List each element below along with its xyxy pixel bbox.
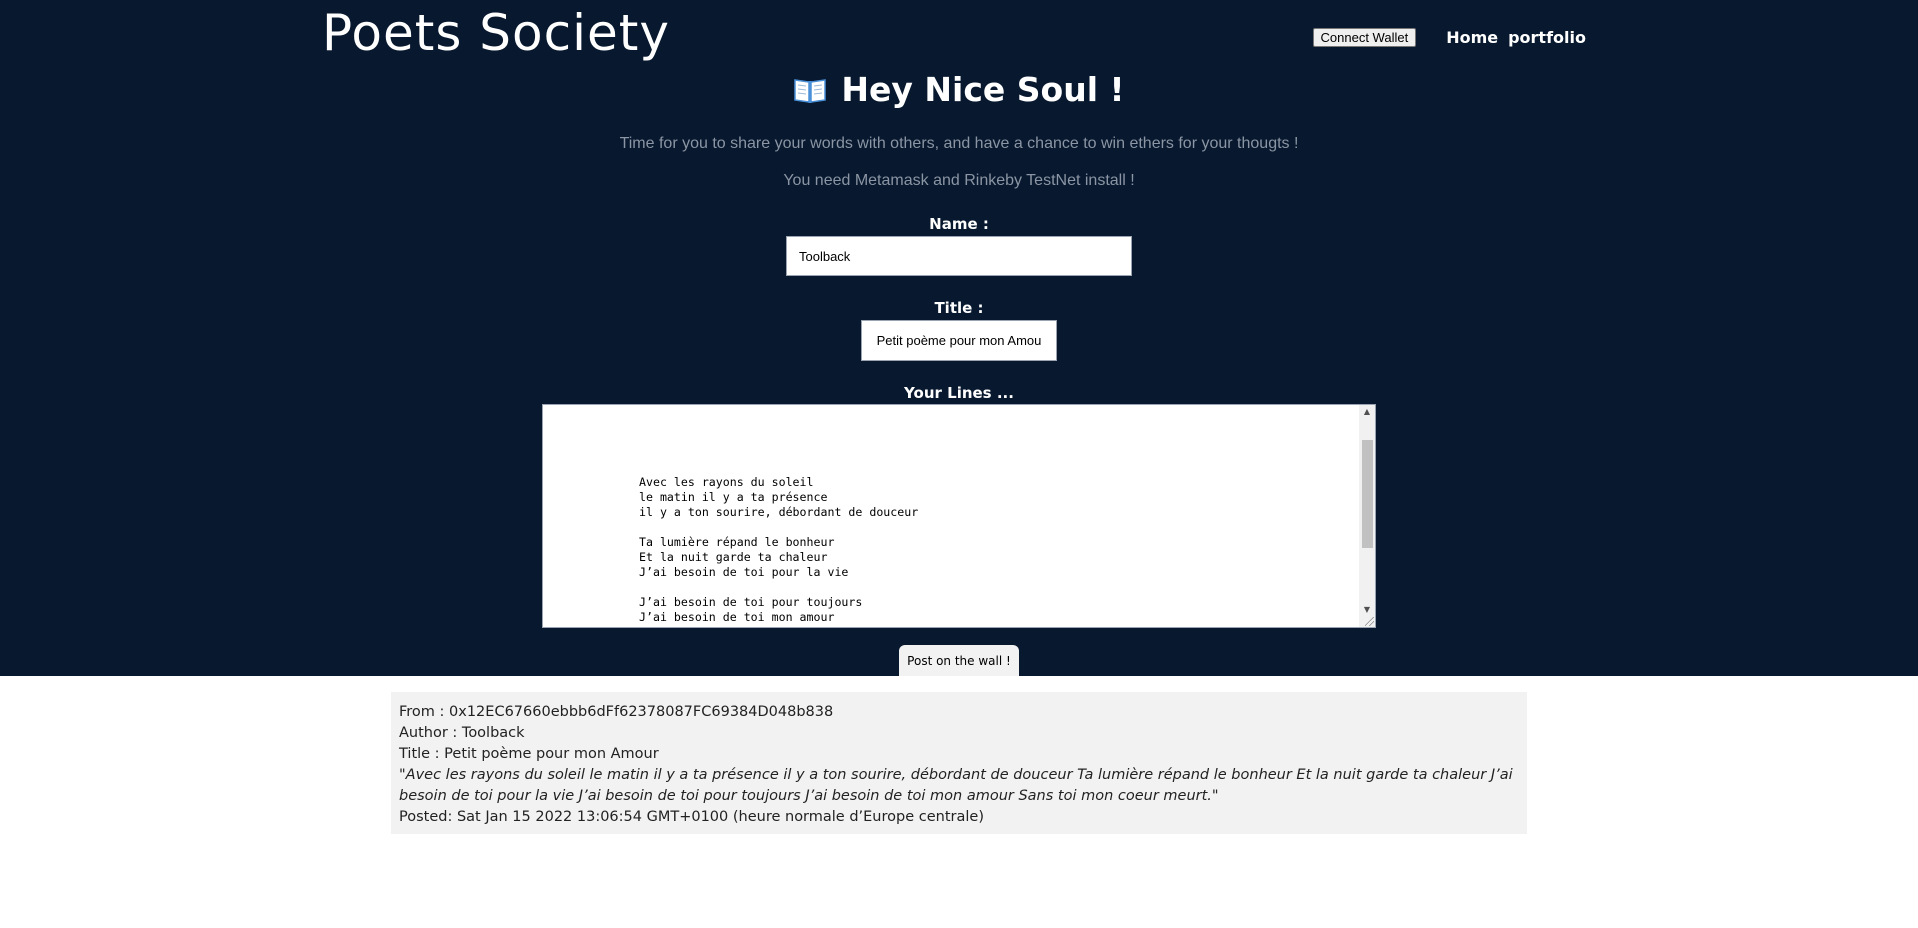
heading-text: Hey Nice Soul ! — [841, 70, 1125, 109]
post-text: "Avec les rayons du soleil le matin il y… — [399, 767, 1513, 804]
lines-textarea-content: Avec les rayons du soleil le matin il y … — [639, 475, 919, 627]
name-label: Name : — [929, 215, 989, 233]
name-input[interactable] — [786, 236, 1132, 276]
connect-wallet-button[interactable]: Connect Wallet — [1312, 28, 1417, 47]
title-label: Title : — [934, 299, 984, 317]
lines-label: Your Lines ... — [904, 384, 1014, 402]
post-title: Title : Petit poème pour mon Amour — [399, 746, 659, 762]
textarea-scrollbar[interactable]: ▲ ▼ — [1359, 405, 1375, 627]
title-input[interactable] — [861, 320, 1057, 361]
lines-textarea[interactable]: Avec les rayons du soleil le matin il y … — [542, 404, 1376, 628]
post-on-wall-button[interactable]: Post on the wall ! — [899, 645, 1019, 676]
scroll-up-arrow-icon[interactable]: ▲ — [1359, 405, 1375, 419]
open-book-icon — [793, 73, 827, 112]
page-heading: Hey Nice Soul ! — [0, 70, 1918, 112]
post-author: Author : Toolback — [399, 725, 525, 741]
nav-link-home[interactable]: Home — [1446, 28, 1498, 47]
resize-handle-icon[interactable] — [1365, 617, 1374, 626]
requirement-note: You need Metamask and Rinkeby TestNet in… — [783, 172, 1135, 189]
site-title: Poets Society — [322, 4, 670, 62]
scroll-thumb[interactable] — [1362, 440, 1373, 548]
post-date: Posted: Sat Jan 15 2022 13:06:54 GMT+010… — [399, 809, 984, 825]
subtitle: Time for you to share your words with ot… — [619, 135, 1299, 152]
hero-section: Poets Society Connect Wallet Home portfo… — [0, 0, 1918, 676]
post-from: From : 0x12EC67660ebbb6dFf62378087FC6938… — [399, 704, 834, 720]
scroll-down-arrow-icon[interactable]: ▼ — [1359, 603, 1375, 617]
nav-link-portfolio[interactable]: portfolio — [1508, 28, 1586, 47]
poem-post-card: From : 0x12EC67660ebbb6dFf62378087FC6938… — [391, 692, 1527, 834]
top-nav: Connect Wallet Home portfolio — [1312, 28, 1586, 47]
